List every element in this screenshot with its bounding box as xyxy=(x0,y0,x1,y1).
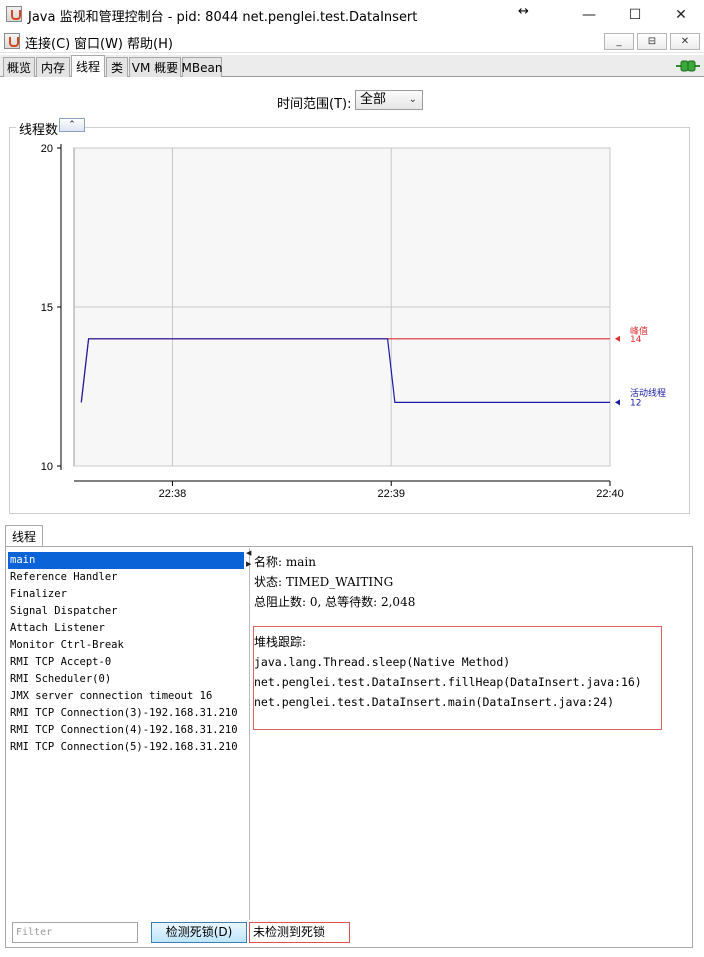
thread-name: 名称: main xyxy=(254,555,316,569)
x-tick-label: 22:39 xyxy=(377,488,405,500)
y-tick-label: 20 xyxy=(41,143,53,155)
thread-counts: 总阻止数: 0, 总等待数: 2,048 xyxy=(254,595,416,609)
thread-list-item[interactable]: Monitor Ctrl-Break xyxy=(8,637,244,654)
splitter[interactable] xyxy=(244,548,250,920)
thread-list-item[interactable]: RMI TCP Accept-0 xyxy=(8,654,244,671)
split-left-arrow-icon[interactable]: ◀ xyxy=(246,549,251,557)
x-tick-label: 22:38 xyxy=(159,488,187,500)
thread-list-item[interactable]: RMI TCP Connection(4)-192.168.31.210 xyxy=(8,722,244,739)
thread-list-item[interactable]: JMX server connection timeout 16 xyxy=(8,688,244,705)
y-tick-label: 10 xyxy=(41,461,53,473)
x-tick-label: 22:40 xyxy=(596,488,624,500)
thread-list[interactable]: main Reference Handler Finalizer Signal Dis… xyxy=(8,552,244,917)
thread-list-item[interactable]: RMI TCP Connection(3)-192.168.31.210 xyxy=(8,705,244,722)
thread-state: 状态: TIMED_WAITING xyxy=(254,575,394,589)
thread-list-item[interactable]: RMI TCP Connection(5)-192.168.31.210 xyxy=(8,739,244,756)
series-marker-icon xyxy=(615,335,620,342)
deadlock-status: 未检测到死锁 xyxy=(249,922,350,943)
stack-trace-highlight xyxy=(253,626,662,730)
filter-input[interactable]: Filter xyxy=(12,922,138,943)
thread-list-item[interactable]: Signal Dispatcher xyxy=(8,603,244,620)
thread-list-item[interactable]: main xyxy=(8,552,244,569)
series-value-label: 12 xyxy=(630,398,641,408)
y-tick-label: 15 xyxy=(41,302,53,314)
detect-deadlock-button[interactable]: 检测死锁(D) xyxy=(151,922,247,943)
split-right-arrow-icon[interactable]: ▶ xyxy=(246,560,251,568)
legend-label: 活动线程 xyxy=(630,387,666,399)
thread-list-item[interactable]: Attach Listener xyxy=(8,620,244,637)
thread-list-item[interactable]: RMI Scheduler(0) xyxy=(8,671,244,688)
thread-list-item[interactable]: Reference Handler xyxy=(8,569,244,586)
tab-thread-list[interactable]: 线程 xyxy=(5,525,43,547)
series-marker-icon xyxy=(615,399,620,406)
series-value-label: 14 xyxy=(630,335,642,345)
thread-list-item[interactable]: Finalizer xyxy=(8,586,244,603)
